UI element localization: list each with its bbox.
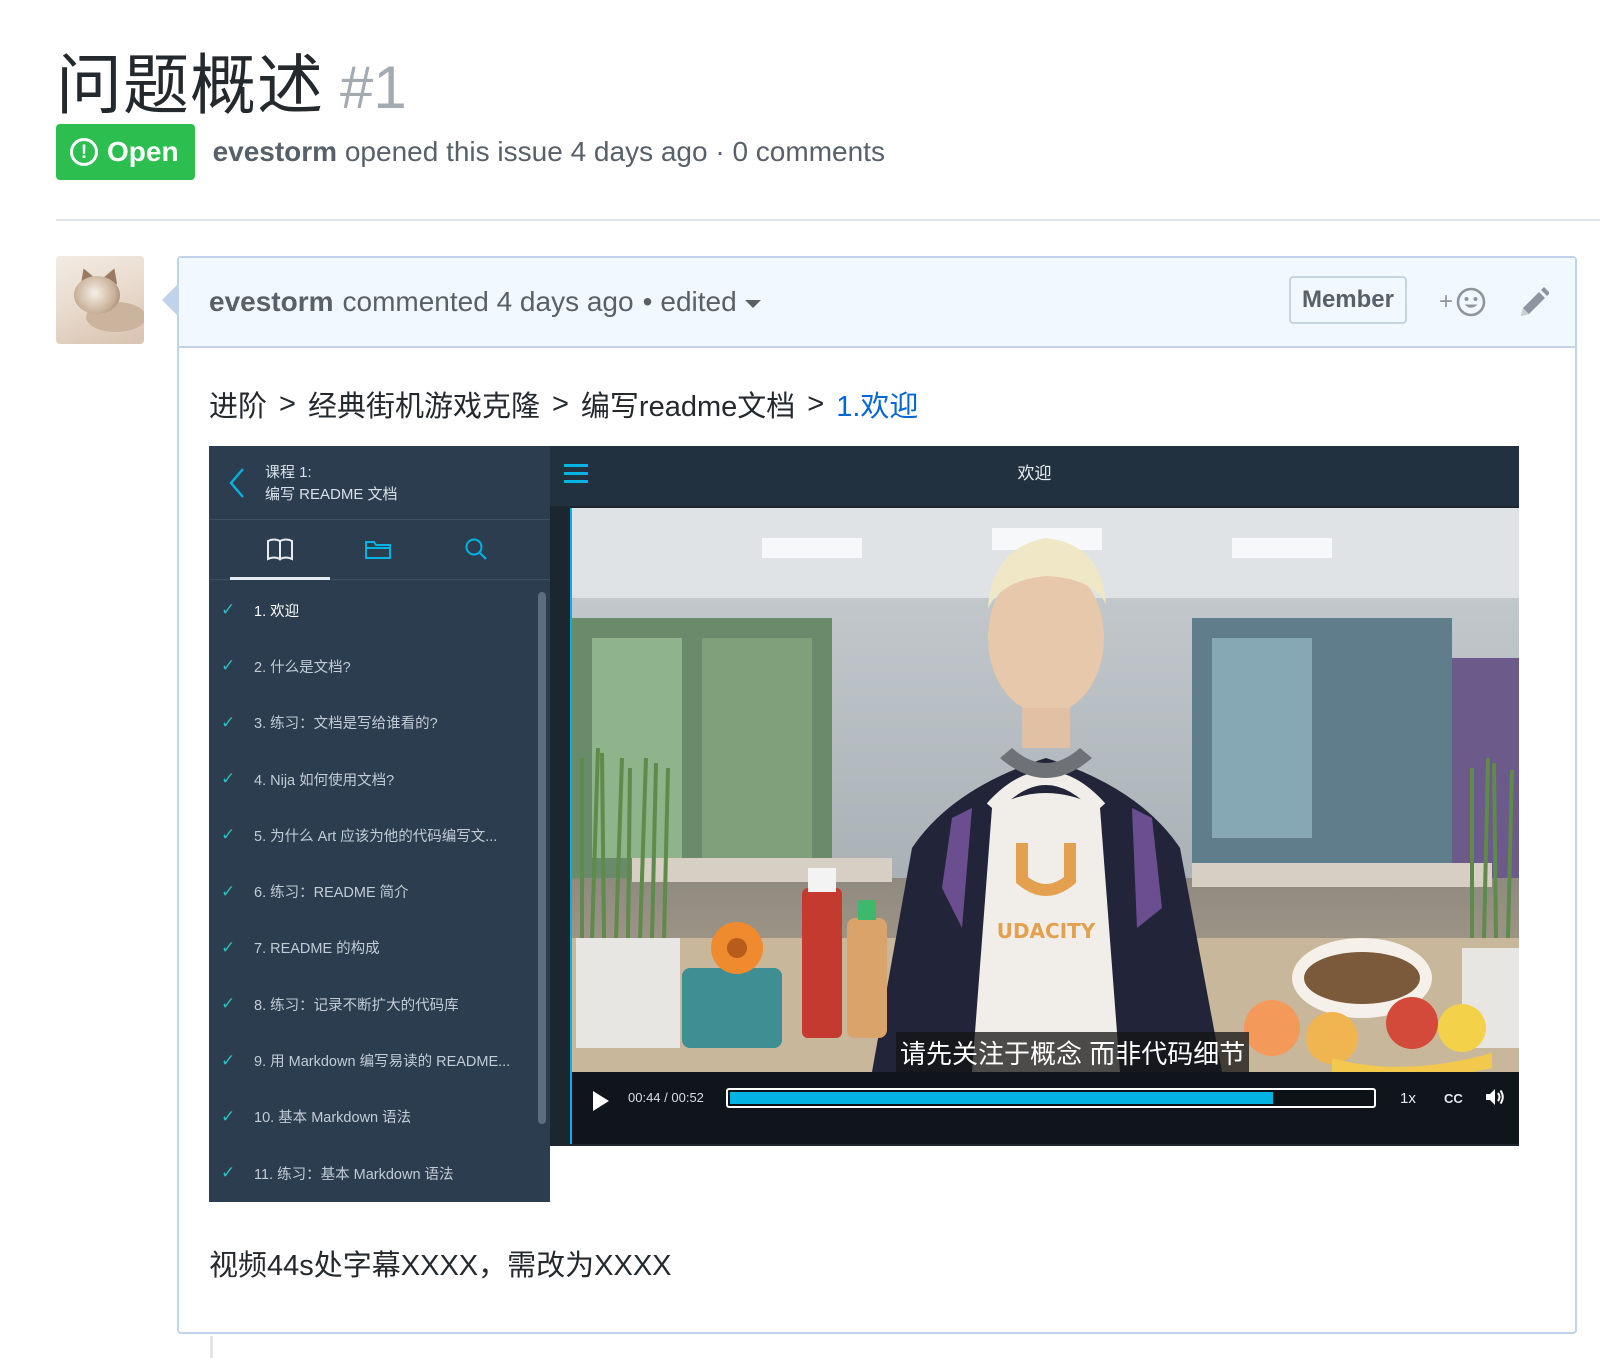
lesson-title-line1: 课程 1: [265, 464, 312, 481]
breadcrumb: 进阶 > 经典街机游戏克隆 > 编写readme文档 > 1.欢迎 [209, 384, 1545, 424]
volume-icon [1486, 1089, 1504, 1105]
check-icon: ✓ [221, 769, 236, 789]
comment-box: evestorm commented 4 days ago • edited M… [177, 256, 1577, 1334]
list-item: ✓ 7. README 的构成 [221, 937, 380, 958]
caret-down-icon [744, 300, 761, 308]
video-time: 00:44 / 00:52 [628, 1090, 704, 1105]
list-item: ✓ 6. 练习：README 简介 [221, 881, 409, 902]
lesson-sidebar: 课程 1: 编写 README 文档 ✓ 1. 欢迎 ✓ 2. 什么是文档? ✓… [209, 446, 550, 1202]
check-icon: ✓ [221, 1050, 236, 1070]
lesson-title: 课程 1: 编写 README 文档 [265, 462, 398, 506]
breadcrumb-item: 进阶 [209, 391, 268, 423]
breadcrumb-separator: > [551, 387, 569, 420]
list-item: ✓ 1. 欢迎 [221, 600, 300, 620]
list-item: ✓ 11. 练习：基本 Markdown 语法 [221, 1163, 454, 1183]
sidebar-tabs [209, 520, 550, 580]
search-icon [465, 538, 487, 560]
check-icon: ✓ [221, 994, 236, 1014]
issue-meta-suffix: opened this issue 4 days ago · 0 comment… [344, 136, 885, 167]
check-icon: ✓ [221, 1106, 236, 1126]
video-topbar: 欢迎 [550, 446, 1519, 506]
check-icon: ✓ [221, 1163, 236, 1183]
comment-action: commented 4 days ago [342, 286, 634, 317]
smiley-icon [1456, 287, 1486, 317]
issue-author-link[interactable]: evestorm [213, 136, 338, 167]
embedded-screenshot: 课程 1: 编写 README 文档 ✓ 1. 欢迎 ✓ 2. 什么是文档? ✓… [209, 446, 1519, 1202]
video-panel: 欢迎 UDACITY 请先关注于概念 而非代码细节 00:44 / 00:52 … [550, 446, 1519, 1202]
apron-brand: UDACITY [997, 919, 1096, 943]
issue-number: #1 [340, 54, 407, 121]
video-still-image: UDACITY [572, 508, 1519, 1072]
issue-title: 问题概述 [56, 48, 324, 122]
list-item: ✓ 4. Nija 如何使用文档? [221, 769, 395, 789]
captions-label: CC [1444, 1091, 1463, 1106]
issue-title-row: 问题概述 #1 [56, 32, 407, 122]
list-item: ✓ 8. 练习：记录不断扩大的代码库 [221, 994, 459, 1014]
comment-body: 进阶 > 经典街机游戏克隆 > 编写readme文档 > 1.欢迎 [179, 384, 1575, 424]
tab-book [230, 534, 330, 580]
header-divider [56, 219, 1600, 221]
check-icon: ✓ [221, 937, 236, 957]
breadcrumb-separator: > [279, 387, 296, 420]
issue-meta-text: evestorm opened this issue 4 days ago · … [213, 136, 885, 168]
playback-speed: 1x [1400, 1090, 1416, 1107]
video-subtitle: 请先关注于概念 而非代码细节 [896, 1032, 1250, 1073]
book-icon [267, 538, 293, 561]
comment-header: evestorm commented 4 days ago • edited M… [179, 258, 1575, 348]
plus-icon: + [1438, 288, 1453, 315]
breadcrumb-separator: > [807, 387, 825, 420]
check-icon: ✓ [221, 656, 236, 676]
edited-dropdown[interactable]: edited [660, 286, 761, 318]
pencil-icon[interactable] [1517, 284, 1549, 320]
tab-folder [328, 534, 428, 580]
check-icon: ✓ [221, 712, 236, 732]
status-label: Open [107, 136, 179, 167]
comment-bullet: • [642, 286, 653, 317]
play-icon [593, 1091, 609, 1111]
list-item: ✓ 3. 练习：文档是写给谁看的? [221, 712, 438, 733]
lesson-concept-list: ✓ 1. 欢迎 ✓ 2. 什么是文档? ✓ 3. 练习：文档是写给谁看的? ✓ 4. N… [209, 582, 550, 1201]
comment-arrow [162, 284, 178, 316]
list-item: ✓ 9. 用 Markdown 编写易读的 README... [221, 1050, 511, 1071]
video-area: UDACITY 请先关注于概念 而非代码细节 00:44 / 00:52 1x … [550, 506, 1519, 1146]
breadcrumb-item: 编写readme文档 [580, 391, 796, 423]
breadcrumb-item: 经典街机游戏克隆 [307, 391, 540, 423]
tab-search [426, 534, 526, 580]
video-panel-bottom [550, 1146, 1519, 1202]
lesson-title-line2: 编写 README 文档 [265, 486, 398, 503]
issue-meta: ! Open evestorm opened this issue 4 days… [56, 124, 885, 180]
progress-fill [730, 1092, 1273, 1104]
folder-icon [365, 541, 391, 559]
video-frame: UDACITY 请先关注于概念 而非代码细节 00:44 / 00:52 1x … [570, 508, 1519, 1144]
member-badge: Member [1288, 276, 1407, 324]
timeline-line [210, 1336, 213, 1358]
status-badge: ! Open [56, 124, 195, 180]
issue-opened-icon: ! [70, 138, 98, 166]
edited-label: edited [660, 286, 737, 317]
video-title: 欢迎 [1017, 464, 1052, 483]
list-item: ✓ 2. 什么是文档? [221, 656, 351, 676]
check-icon: ✓ [221, 825, 236, 845]
comment-note: 视频44s处字幕XXXX，需改为XXXX [209, 1250, 672, 1282]
add-reaction-button[interactable]: + [1439, 280, 1487, 324]
sidebar-scrollbar [538, 592, 546, 1124]
avatar[interactable] [56, 256, 144, 344]
video-controls: 00:44 / 00:52 1x CC [572, 1072, 1519, 1144]
check-icon: ✓ [221, 600, 236, 620]
lesson-header: 课程 1: 编写 README 文档 [209, 446, 550, 520]
progress-bar [726, 1088, 1376, 1108]
back-chevron-icon [229, 468, 244, 498]
list-item: ✓ 10. 基本 Markdown 语法 [221, 1106, 412, 1127]
breadcrumb-link[interactable]: 1.欢迎 [836, 383, 918, 425]
comment-author-link[interactable]: evestorm [209, 286, 334, 318]
list-item: ✓ 5. 为什么 Art 应该为他的代码编写文... [221, 825, 498, 845]
check-icon: ✓ [221, 881, 236, 901]
